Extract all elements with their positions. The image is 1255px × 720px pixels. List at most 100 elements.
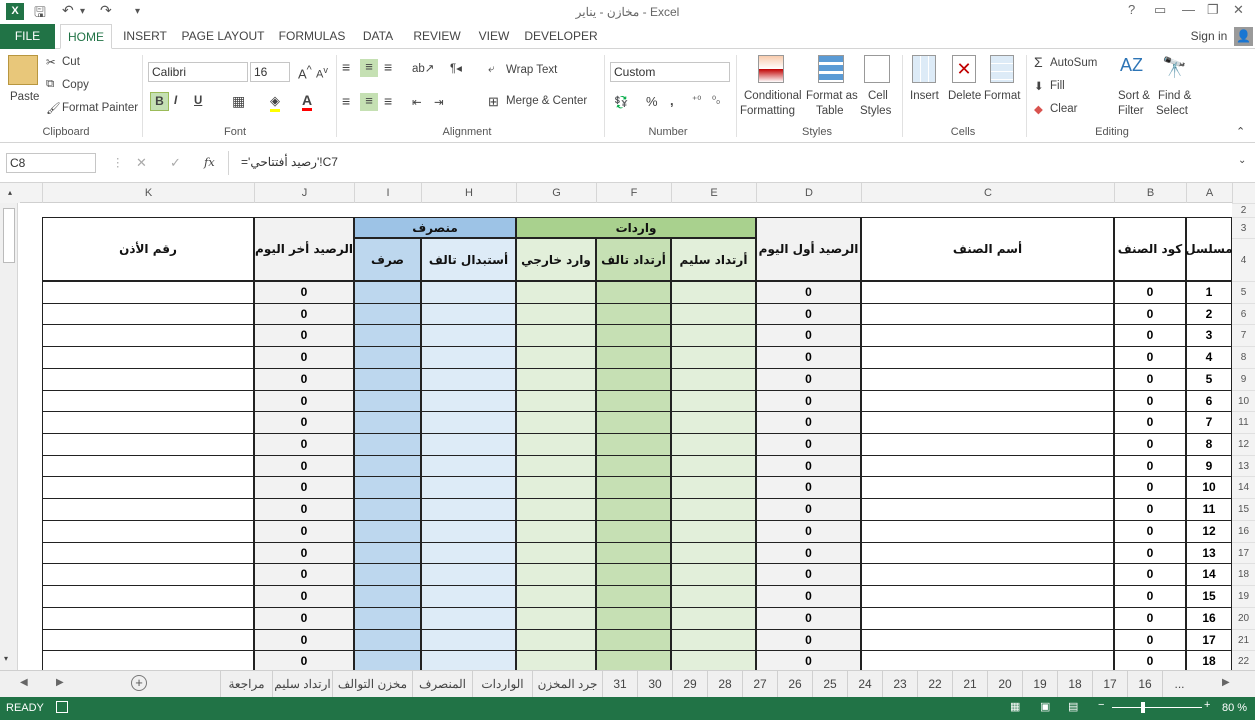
sheet-tab[interactable]: المنصرف (412, 671, 472, 698)
header-spent[interactable]: صرف (354, 238, 421, 281)
header-opening-balance[interactable]: الرصيد أول اليوم (756, 217, 861, 281)
table-cell[interactable] (671, 563, 756, 587)
italic-button[interactable]: I (174, 95, 177, 107)
formula-input[interactable]: ='رصيد أفتتاحي'!C7 (228, 151, 1238, 175)
table-cell[interactable]: 0 (756, 281, 861, 304)
table-cell[interactable] (861, 650, 1114, 670)
tab-file[interactable]: FILE (0, 24, 55, 49)
insert-button[interactable]: Insert (910, 90, 939, 102)
table-cell[interactable] (861, 389, 1114, 413)
header-serial[interactable]: مسلسل (1185, 217, 1233, 281)
delete-button[interactable]: Delete (948, 90, 981, 102)
table-cell[interactable] (596, 454, 671, 478)
table-cell[interactable]: 0 (1114, 302, 1186, 326)
cell-styles-icon[interactable] (864, 55, 890, 83)
table-cell[interactable]: 0 (1114, 628, 1186, 652)
table-cell[interactable]: 0 (254, 563, 354, 587)
column-header-h[interactable]: H (421, 183, 516, 203)
fill-color-icon[interactable]: ◈ (270, 93, 280, 112)
table-cell[interactable]: 0 (1114, 281, 1186, 304)
table-cell[interactable] (671, 606, 756, 630)
table-cell[interactable]: 0 (756, 411, 861, 435)
sheet-tab[interactable]: 24 (847, 671, 882, 698)
table-cell[interactable]: 13 (1186, 541, 1232, 565)
row-header[interactable]: 5 (1232, 281, 1255, 303)
header-replace-damaged[interactable]: أستبدال تالف (421, 238, 516, 281)
sheet-tab[interactable]: ... (1162, 671, 1196, 698)
table-cell[interactable]: 3 (1186, 324, 1232, 348)
sign-in-link[interactable]: Sign in (1186, 24, 1232, 49)
table-cell[interactable] (671, 519, 756, 543)
tab-review[interactable]: REVIEW (410, 24, 464, 49)
table-cell[interactable]: 0 (254, 302, 354, 326)
table-cell[interactable] (596, 389, 671, 413)
table-cell[interactable]: 11 (1186, 498, 1232, 521)
table-cell[interactable] (671, 650, 756, 670)
table-cell[interactable] (42, 541, 254, 565)
column-header-j[interactable]: J (254, 183, 354, 203)
close-icon[interactable]: ✕ (1233, 2, 1244, 18)
collapse-ribbon-icon[interactable]: ⌃ (1236, 125, 1245, 138)
table-cell[interactable]: 0 (254, 585, 354, 608)
table-cell[interactable] (671, 541, 756, 565)
row-header[interactable]: 9 (1232, 367, 1255, 390)
percent-style-button[interactable]: % (646, 94, 658, 109)
table-cell[interactable]: 9 (1186, 454, 1232, 478)
row-header[interactable]: 10 (1232, 389, 1255, 412)
vertical-scrollbar[interactable]: ▾ (0, 203, 18, 670)
table-cell[interactable] (42, 476, 254, 500)
table-cell[interactable] (671, 367, 756, 391)
table-cell[interactable] (421, 476, 516, 500)
column-header-a[interactable]: A (1186, 183, 1232, 203)
table-cell[interactable] (421, 346, 516, 369)
table-cell[interactable] (42, 498, 254, 521)
table-cell[interactable] (861, 585, 1114, 608)
table-cell[interactable]: 0 (254, 281, 354, 304)
conditional-formatting-icon[interactable] (758, 55, 784, 83)
insert-cells-icon[interactable] (912, 55, 936, 83)
sheet-tab[interactable]: 25 (812, 671, 847, 698)
sheet-tab[interactable]: 20 (987, 671, 1022, 698)
table-cell[interactable]: 0 (254, 433, 354, 456)
wrap-text-icon[interactable]: ⤶ (488, 63, 494, 76)
orientation-icon[interactable]: ab↗ (412, 61, 434, 75)
table-cell[interactable] (596, 498, 671, 521)
tab-developer[interactable]: DEVELOPER (524, 24, 598, 49)
row-header[interactable]: 15 (1232, 498, 1255, 520)
zoom-slider[interactable] (1112, 707, 1202, 708)
sheet-tab[interactable]: 23 (882, 671, 917, 698)
scroll-tabs-right-icon[interactable]: ▶ (1222, 677, 1230, 688)
header-incoming-group[interactable]: واردات (516, 217, 756, 238)
delete-cells-icon[interactable]: ✕ (952, 55, 976, 83)
table-cell[interactable]: 0 (254, 628, 354, 652)
header-external-incoming[interactable]: وارد خارجي (516, 238, 596, 281)
sheet-tab[interactable]: 31 (602, 671, 637, 698)
scroll-down-arrow-icon[interactable]: ▾ (4, 654, 8, 663)
column-header-k[interactable]: K (42, 183, 254, 203)
row-header[interactable]: 20 (1232, 606, 1255, 629)
find-select-icon[interactable]: 🔭 (1162, 55, 1187, 80)
zoom-level[interactable]: 80 % (1222, 702, 1247, 714)
column-header-c[interactable]: C (861, 183, 1114, 203)
table-cell[interactable]: 0 (756, 650, 861, 670)
table-cell[interactable] (354, 302, 421, 326)
table-cell[interactable]: 0 (1114, 606, 1186, 630)
row-header[interactable]: 2 (1232, 203, 1255, 217)
sheet-tab[interactable]: 28 (707, 671, 742, 698)
table-cell[interactable] (354, 498, 421, 521)
table-cell[interactable] (42, 563, 254, 587)
row-header[interactable]: 3 (1232, 217, 1255, 238)
table-cell[interactable]: 0 (254, 411, 354, 435)
sheet-tab[interactable]: 21 (952, 671, 987, 698)
borders-icon[interactable]: ▦ (232, 93, 245, 110)
table-cell[interactable] (671, 346, 756, 369)
table-cell[interactable]: 15 (1186, 585, 1232, 608)
row-header[interactable]: 7 (1232, 324, 1255, 347)
table-cell[interactable] (516, 498, 596, 521)
sheet-tab[interactable]: 29 (672, 671, 707, 698)
align-left-icon[interactable]: ≡ (342, 93, 350, 109)
table-cell[interactable] (516, 519, 596, 543)
number-format-select[interactable]: Custom (610, 62, 730, 82)
select-all-corner[interactable] (1232, 183, 1255, 203)
table-cell[interactable] (516, 476, 596, 500)
